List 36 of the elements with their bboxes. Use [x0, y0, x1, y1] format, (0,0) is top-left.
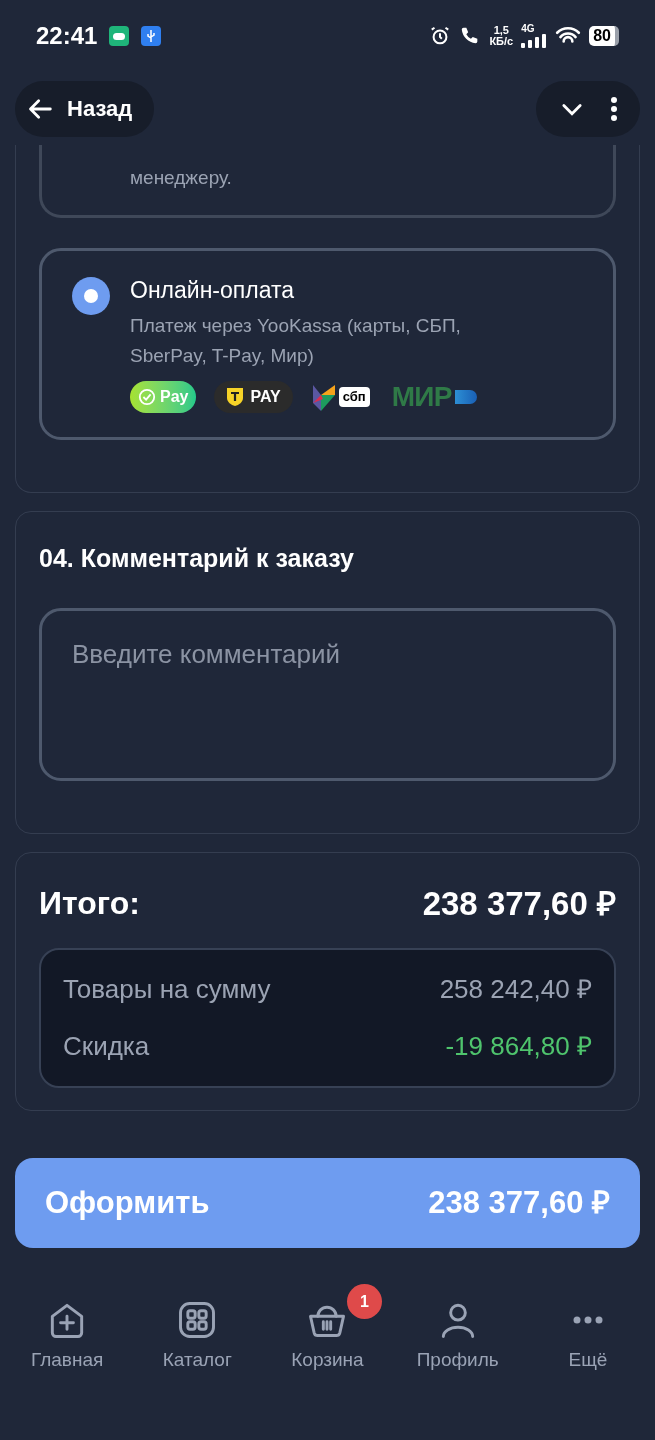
radio-button[interactable]: [72, 277, 110, 315]
cart-badge: 1: [347, 1284, 382, 1319]
status-time: 22:41: [36, 21, 98, 51]
summary-label: Товары на сумму: [63, 973, 271, 1006]
checkout-label: Оформить: [45, 1183, 210, 1222]
option-title: Онлайн-оплата: [130, 276, 296, 305]
checkout-total: 238 377,60 ₽: [428, 1183, 610, 1222]
nav-tab[interactable]: Профиль: [392, 1284, 523, 1375]
option-description: Платеж через YooKassa (карты, СБП, SberPay, T-Pay, Мир): [130, 314, 462, 368]
usb-icon: [141, 26, 162, 46]
network-speed-unit: КБ/с: [489, 36, 514, 47]
sberpay-logo: Pay: [130, 381, 197, 413]
section-title: 04. Комментарий к заказу: [39, 543, 355, 574]
more-vertical-icon[interactable]: [610, 95, 618, 122]
network-speed-value: 1,5: [493, 25, 509, 36]
back-button[interactable]: Назад: [15, 80, 155, 137]
mir-logo: МИР: [387, 381, 481, 413]
network-type: 4G: [521, 24, 535, 34]
more-icon: [572, 1316, 603, 1324]
comment-field[interactable]: Введите комментарий: [39, 607, 616, 781]
summary-value: 258 242,40 ₽: [439, 973, 592, 1006]
nav-tab[interactable]: Главная: [2, 1284, 133, 1375]
sbp-logo: сбп: [310, 381, 370, 413]
nav-tab[interactable]: Каталог: [132, 1284, 263, 1375]
battery-level: 80: [589, 26, 619, 46]
payment-option[interactable]: Онлайн-оплата Платеж через YooKassa (карты, СБП, SberPay, T-Pay, Мир) Pay PAY сбп МИР: [39, 248, 616, 440]
payment-option[interactable]: менеджеру.: [39, 145, 616, 218]
total-label: Итого:: [39, 884, 140, 924]
signal-icon: [521, 34, 548, 48]
summary-value: -19 864,80 ₽: [445, 1030, 592, 1063]
summary-label: Скидка: [63, 1030, 150, 1063]
nav-tab[interactable]: Ещё: [522, 1284, 653, 1375]
tpay-logo: PAY: [214, 381, 293, 413]
total-value: 238 377,60 ₽: [422, 883, 616, 924]
option-description: менеджеру.: [130, 166, 233, 190]
nav-tab[interactable]: 1 Корзина: [262, 1284, 393, 1375]
